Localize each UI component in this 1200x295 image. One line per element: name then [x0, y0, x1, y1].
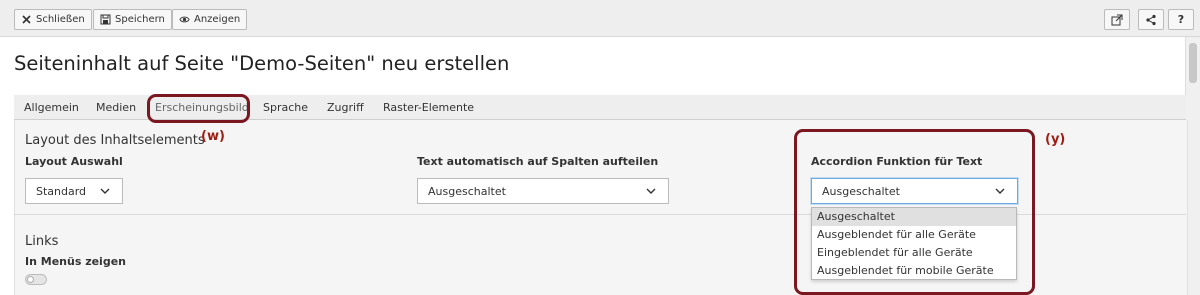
open-in-new-window-button[interactable] [1104, 9, 1130, 30]
menu-visibility-toggle[interactable] [25, 274, 47, 285]
tab-allgemein[interactable]: Allgemein [24, 101, 79, 114]
share-icon [1145, 14, 1157, 26]
share-button[interactable] [1138, 9, 1164, 30]
layout-select-label: Layout Auswahl [25, 155, 123, 168]
doc-header-toolbar: Schließen Speichern Anzeigen ? [0, 0, 1200, 37]
columns-select-label: Text automatisch auf Spalten aufteilen [417, 155, 659, 168]
annotation-highlight-tab [147, 94, 250, 123]
scrollbar-thumb[interactable] [1189, 43, 1197, 83]
columns-select[interactable]: Ausgeschaltet [417, 178, 669, 204]
annotation-label-w: (w) [201, 129, 225, 144]
save-button-label: Speichern [115, 14, 165, 25]
annotation-label-y: (y) [1045, 132, 1066, 147]
tab-medien[interactable]: Medien [96, 101, 136, 114]
help-icon: ? [1177, 13, 1185, 26]
close-icon [21, 14, 32, 25]
tab-sprache[interactable]: Sprache [263, 101, 308, 114]
layout-select-value: Standard [36, 184, 87, 198]
chevron-down-icon [98, 183, 112, 199]
external-link-icon [1111, 14, 1123, 26]
columns-select-value: Ausgeschaltet [428, 184, 506, 198]
layout-select[interactable]: Standard [25, 178, 123, 204]
section-title-links: Links [25, 234, 59, 249]
annotation-highlight-accordion [794, 129, 1035, 295]
close-button-label: Schließen [36, 14, 85, 25]
menu-toggle-label: In Menüs zeigen [25, 255, 126, 268]
save-icon [100, 14, 111, 25]
section-title-layout: Layout des Inhaltselements [25, 133, 205, 148]
view-button-label: Anzeigen [194, 14, 241, 25]
tab-raster-elemente[interactable]: Raster-Elemente [383, 101, 474, 114]
help-button[interactable]: ? [1168, 9, 1194, 30]
toggle-knob [27, 276, 34, 283]
close-button[interactable]: Schließen [14, 9, 92, 30]
eye-icon [179, 14, 190, 25]
tab-zugriff[interactable]: Zugriff [327, 101, 364, 114]
save-button[interactable]: Speichern [93, 9, 172, 30]
view-button[interactable]: Anzeigen [172, 9, 248, 30]
chevron-down-icon [644, 183, 658, 199]
page-title: Seiteninhalt auf Seite "Demo-Seiten" neu… [14, 52, 510, 75]
